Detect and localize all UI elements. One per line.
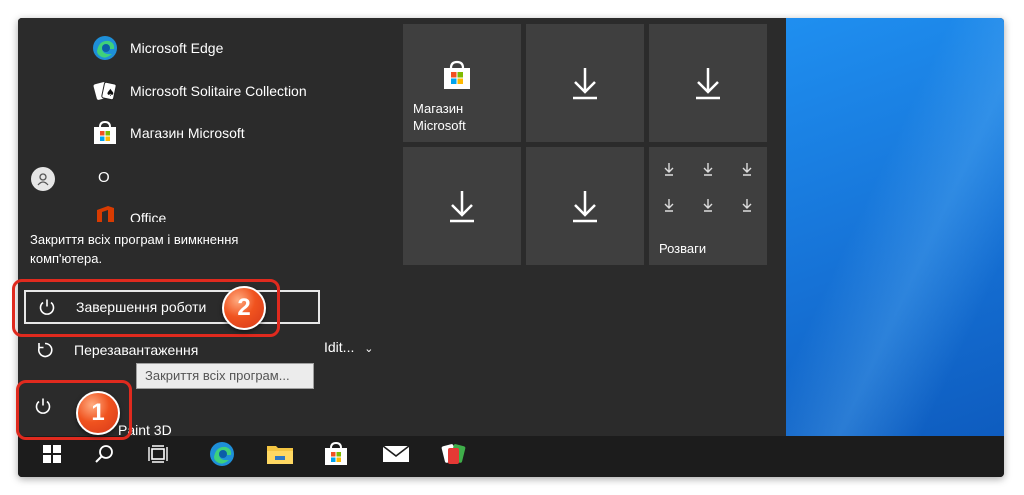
taskbar-store[interactable] [312, 436, 360, 477]
taskbar-solitaire[interactable] [430, 436, 478, 477]
app-label: Microsoft Solitaire Collection [130, 83, 307, 99]
tile-download-3[interactable] [403, 147, 521, 265]
download-icon [403, 147, 521, 265]
search-icon [94, 444, 114, 469]
search-button[interactable] [80, 436, 128, 477]
screen-frame: Microsoft Edge ♠ Microsoft Solitaire Col… [18, 18, 1004, 477]
download-icon [526, 24, 644, 142]
letter-header[interactable]: O [98, 169, 110, 186]
file-explorer-icon [266, 442, 294, 471]
mail-icon [382, 444, 410, 469]
task-view-button[interactable] [134, 436, 182, 477]
callout-badge-2: 2 [222, 286, 266, 330]
edge-icon [90, 33, 120, 63]
user-icon [31, 167, 55, 191]
start-icon [43, 445, 61, 468]
taskbar-edge[interactable] [198, 436, 246, 477]
download-group-icon [659, 159, 757, 219]
hover-tooltip: Закриття всіх програм... [136, 363, 314, 389]
taskbar [18, 436, 1004, 477]
restart-menu-item[interactable]: Перезавантаження [24, 333, 320, 367]
download-icon [526, 147, 644, 265]
shutdown-description-tooltip: Закриття всіх програм і вимкнення комп'ю… [18, 222, 318, 274]
solitaire-icon [440, 441, 468, 472]
app-item-solitaire[interactable]: ♠ Microsoft Solitaire Collection [90, 73, 307, 109]
restart-label: Перезавантаження [74, 342, 199, 358]
tile-label: Магазин Microsoft [413, 101, 466, 133]
app-item-store[interactable]: Магазин Microsoft [90, 115, 245, 151]
taskbar-mail[interactable] [372, 436, 420, 477]
tile-entertainment-group[interactable]: Розваги [649, 147, 767, 265]
app-item-edge[interactable]: Microsoft Edge [90, 30, 223, 66]
app-label: Microsoft Edge [130, 40, 224, 56]
svg-text:♠: ♠ [106, 88, 115, 99]
taskbar-file-explorer[interactable] [256, 436, 304, 477]
callout-badge-1: 1 [76, 391, 120, 435]
wallpaper-light [786, 18, 1004, 436]
store-icon [323, 441, 349, 472]
start-button[interactable] [28, 436, 76, 477]
partial-text: Idit... [324, 339, 355, 355]
start-menu: Microsoft Edge ♠ Microsoft Solitaire Col… [18, 18, 786, 438]
tile-download-1[interactable] [526, 24, 644, 142]
store-icon [90, 118, 120, 148]
solitaire-icon: ♠ [90, 76, 120, 106]
task-view-icon [147, 444, 169, 469]
tile-download-2[interactable] [649, 24, 767, 142]
edge-icon [208, 440, 236, 473]
chevron-down-icon[interactable]: ⌄ [364, 343, 373, 355]
tile-download-4[interactable] [526, 147, 644, 265]
store-icon [443, 60, 471, 95]
user-account-button[interactable] [30, 166, 56, 192]
app-label: Магазин Microsoft [130, 125, 245, 141]
desktop-wallpaper [786, 18, 1004, 436]
tile-label: Розваги [659, 241, 707, 256]
tile-store[interactable]: Магазин Microsoft [403, 24, 521, 142]
restart-icon [34, 341, 56, 359]
download-icon [649, 24, 767, 142]
partial-app-label: Idit... ⌄ [324, 339, 373, 355]
